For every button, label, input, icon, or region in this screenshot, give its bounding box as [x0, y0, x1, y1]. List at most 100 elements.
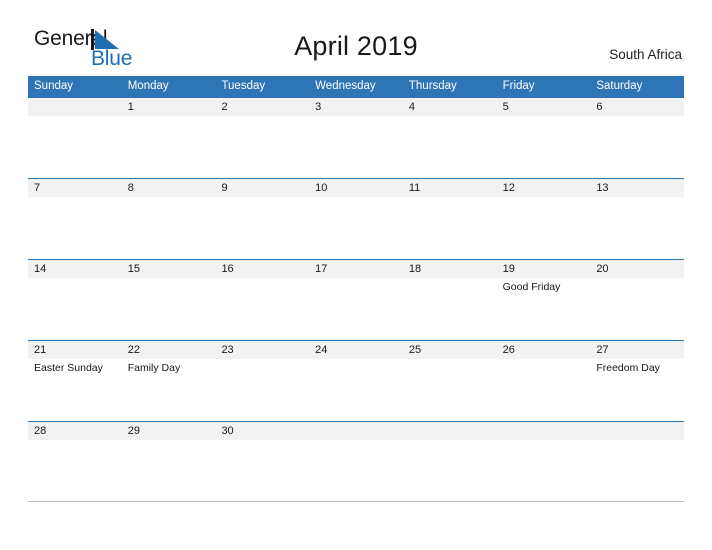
brand-logo[interactable]: General Blue	[34, 28, 194, 72]
calendar-day-cell[interactable]: 16	[215, 260, 310, 340]
calendar-day-events	[497, 440, 591, 443]
calendar-day-events	[215, 116, 309, 119]
calendar-event: Good Friday	[502, 281, 561, 293]
calendar-day-events	[497, 359, 591, 362]
calendar-day-events	[497, 116, 591, 119]
calendar-day-number	[402, 422, 497, 440]
weekday-header-sunday: Sunday	[34, 80, 74, 92]
calendar-day-events	[122, 440, 216, 443]
calendar-day-events	[28, 440, 122, 443]
calendar-day-cell[interactable]: 20	[590, 260, 685, 340]
calendar-day-number: 7	[28, 179, 122, 197]
calendar-day-cell[interactable]: 23	[215, 341, 310, 421]
calendar-day-number: 11	[402, 179, 497, 197]
page-title: April 2019	[294, 31, 418, 61]
calendar-day-events: Freedom Day	[590, 359, 684, 375]
calendar-day-cell-empty	[402, 422, 497, 502]
calendar-day-number: 17	[309, 260, 403, 278]
calendar-day-events	[28, 197, 122, 200]
calendar-day-cell[interactable]: 9	[215, 179, 310, 259]
region-label: South Africa	[609, 47, 682, 62]
calendar-day-cell[interactable]: 11	[402, 179, 497, 259]
calendar-day-cell[interactable]: 6	[590, 98, 685, 178]
calendar-day-number: 30	[215, 422, 310, 440]
weekday-header-tuesday: Tuesday	[221, 80, 266, 92]
calendar-day-cell[interactable]: 22 Family Day	[121, 341, 216, 421]
calendar-day-events	[309, 359, 403, 362]
calendar-day-events	[309, 116, 403, 119]
calendar-day-number: 10	[309, 179, 403, 197]
calendar-week-cells: 14 15 16 17 18 19 Good Friday 20	[28, 260, 685, 340]
calendar-day-cell[interactable]: 8	[121, 179, 216, 259]
calendar-day-number: 25	[402, 341, 497, 359]
calendar-day-cell[interactable]: 1	[121, 98, 216, 178]
calendar-day-events	[497, 197, 591, 200]
calendar-day-cell[interactable]: 14	[28, 260, 122, 340]
calendar-day-events: Good Friday	[497, 278, 591, 294]
calendar-day-events	[590, 116, 684, 119]
calendar-day-number: 1	[121, 98, 216, 116]
calendar-day-number	[590, 422, 685, 440]
calendar-day-number: 18	[402, 260, 497, 278]
calendar-day-number: 22	[121, 341, 216, 359]
calendar-day-cell[interactable]: 19 Good Friday	[496, 260, 591, 340]
calendar-event: Easter Sunday	[34, 362, 103, 374]
calendar-day-number: 13	[590, 179, 685, 197]
calendar-day-cell[interactable]: 27 Freedom Day	[590, 341, 685, 421]
calendar-day-number: 6	[590, 98, 685, 116]
calendar-day-cell[interactable]: 21 Easter Sunday	[28, 341, 122, 421]
brand-name-blue: Blue	[91, 47, 133, 70]
calendar-day-events	[215, 359, 309, 362]
calendar-day-cell[interactable]: 15	[121, 260, 216, 340]
calendar-day-events	[403, 197, 497, 200]
calendar-day-number: 8	[121, 179, 216, 197]
calendar-day-cell[interactable]: 7	[28, 179, 122, 259]
calendar-day-events	[309, 440, 403, 443]
calendar-day-cell[interactable]: 25	[402, 341, 497, 421]
calendar-day-number	[309, 422, 403, 440]
calendar-week-rows: 1 2 3 4 5 6 7 8 9 10 11 12 13 14 15 16 17 18 19 Good Friday…	[28, 97, 685, 502]
calendar-day-cell[interactable]: 4	[402, 98, 497, 178]
calendar-page: General Blue April 2019 South Africa Sun…	[0, 0, 712, 550]
calendar-day-number: 28	[28, 422, 122, 440]
calendar-day-cell[interactable]: 29	[121, 422, 216, 502]
calendar-day-cell[interactable]: 24	[309, 341, 403, 421]
calendar-day-events: Family Day	[122, 359, 216, 375]
page-header: General Blue April 2019 South Africa	[0, 0, 712, 76]
calendar-day-cell[interactable]: 12	[496, 179, 591, 259]
calendar-day-cell-empty	[496, 422, 591, 502]
calendar-day-cell[interactable]: 2	[215, 98, 310, 178]
calendar-day-cell-empty	[309, 422, 403, 502]
calendar-event: Freedom Day	[596, 362, 660, 374]
calendar-day-cell[interactable]: 28	[28, 422, 122, 502]
calendar-day-cell[interactable]: 3	[309, 98, 403, 178]
calendar-day-events	[403, 440, 497, 443]
calendar-week-row: 123456	[28, 97, 685, 178]
calendar-week-row: 7 8 9 10 11 12 13	[28, 178, 685, 259]
calendar-day-cell[interactable]: 18	[402, 260, 497, 340]
calendar-day-number: 2	[215, 98, 310, 116]
calendar-day-events	[403, 359, 497, 362]
calendar-event: Family Day	[127, 362, 181, 374]
calendar-day-cell[interactable]: 17	[309, 260, 403, 340]
calendar-week-cells: 123456	[28, 98, 685, 178]
calendar-day-cell-empty	[28, 98, 122, 178]
calendar-week-cells: 21 Easter Sunday 22 Family Day 23 24 25 26 27 Fre…	[28, 341, 685, 421]
calendar-week-row: 28 29 30	[28, 421, 685, 502]
calendar-day-number: 16	[215, 260, 310, 278]
calendar-day-events	[309, 197, 403, 200]
calendar-day-number: 4	[402, 98, 497, 116]
calendar-day-cell[interactable]: 13	[590, 179, 685, 259]
calendar-week-row: 14 15 16 17 18 19 Good Friday 20	[28, 259, 685, 340]
calendar-day-cell[interactable]: 30	[215, 422, 310, 502]
calendar-day-cell[interactable]: 5	[496, 98, 591, 178]
calendar-day-number	[28, 98, 122, 116]
weekday-header-row: Sunday Monday Tuesday Wednesday Thursday Frid…	[28, 76, 684, 97]
calendar-day-number: 15	[121, 260, 216, 278]
weekday-header-thursday: Thursday	[408, 80, 457, 92]
weekday-header-monday: Monday	[127, 80, 169, 92]
calendar-day-cell[interactable]: 10	[309, 179, 403, 259]
calendar-day-number: 29	[121, 422, 216, 440]
calendar-week-row: 21 Easter Sunday 22 Family Day 23 24 25 26 27 Fre…	[28, 340, 685, 421]
calendar-day-cell[interactable]: 26	[496, 341, 591, 421]
